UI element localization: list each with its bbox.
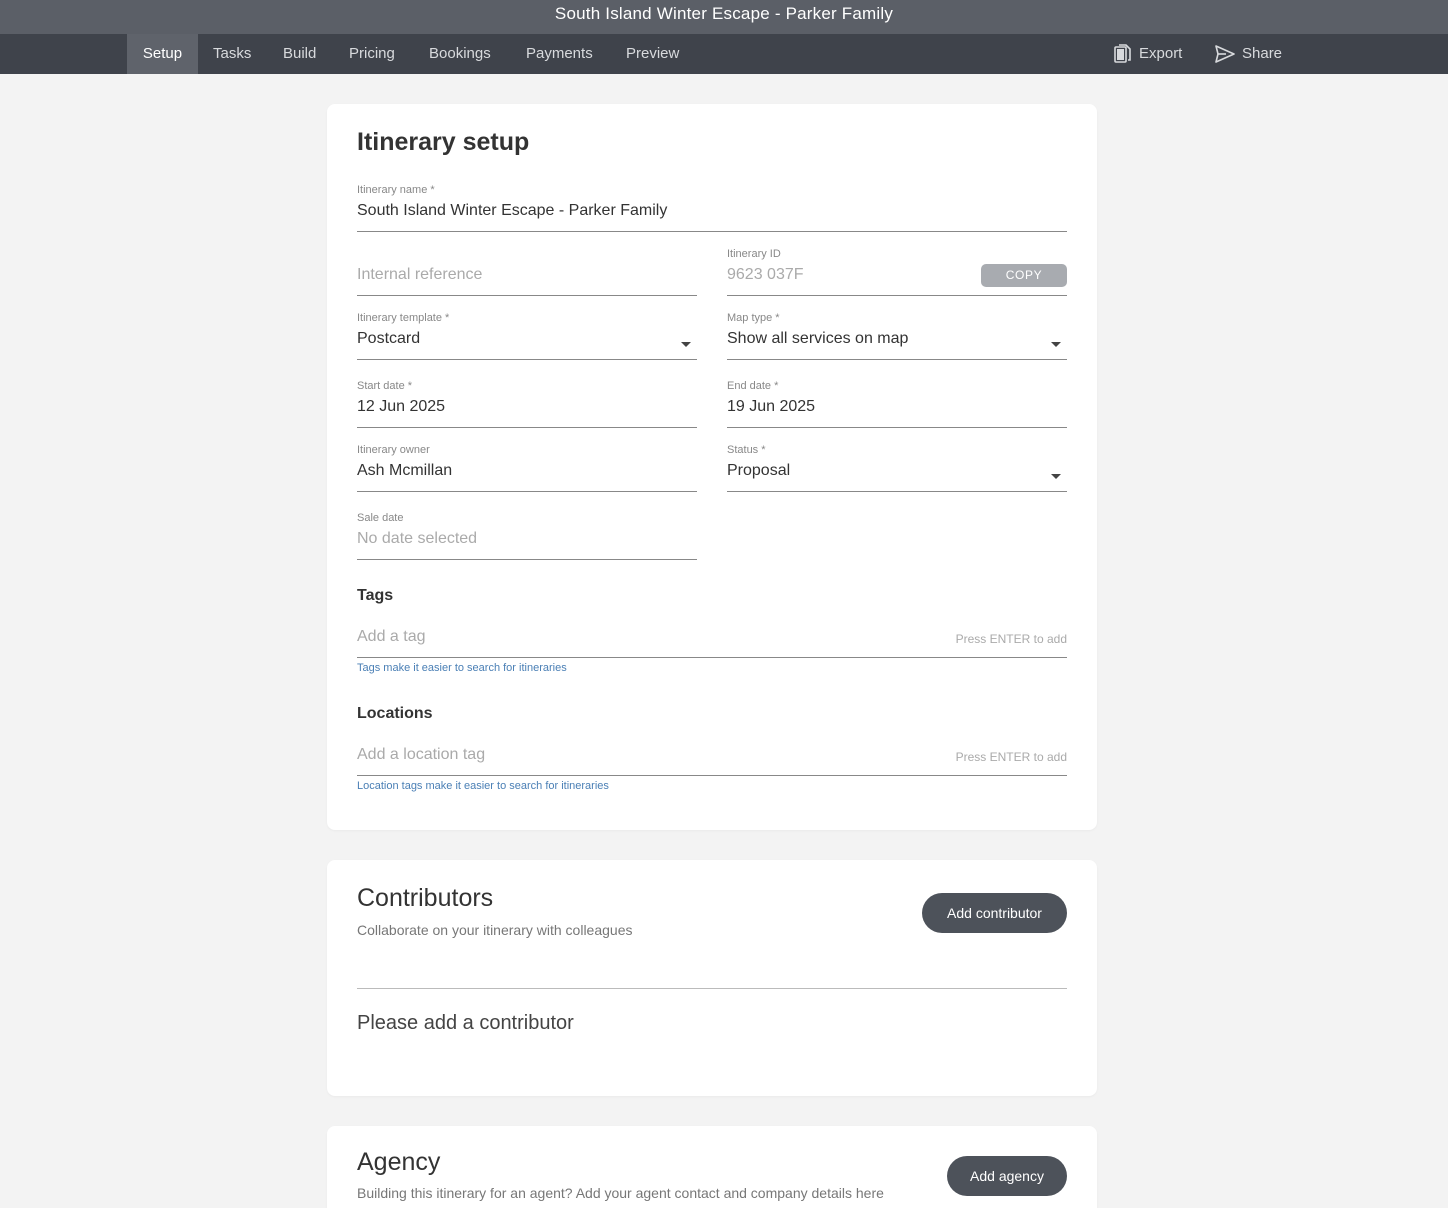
sale-date-placeholder: No date selected (357, 530, 478, 547)
tab-tasks[interactable]: Tasks (213, 34, 251, 74)
location-tag-placeholder: Add a location tag (357, 746, 486, 763)
contributors-empty-message: Please add a contributor (357, 1012, 574, 1034)
tab-bookings[interactable]: Bookings (429, 34, 491, 74)
itinerary-owner-field[interactable]: Itinerary owner Ash Mcmillan (357, 444, 697, 492)
status-label: Status * (727, 444, 766, 456)
locations-heading: Locations (357, 705, 433, 722)
agency-heading: Agency (357, 1148, 441, 1176)
map-type-select[interactable]: Map type * Show all services on map (727, 312, 1067, 360)
agency-subtitle: Building this itinerary for an agent? Ad… (357, 1185, 884, 1201)
setup-heading: Itinerary setup (357, 128, 530, 156)
window-title: South Island Winter Escape - Parker Fami… (554, 4, 894, 23)
itinerary-name-value: South Island Winter Escape - Parker Fami… (357, 202, 668, 219)
itinerary-id-field: Itinerary ID 9623 037F COPY (727, 248, 1067, 296)
map-type-label: Map type * (727, 312, 780, 324)
internal-reference-field[interactable]: Internal reference (357, 248, 697, 296)
contributors-subtitle: Collaborate on your itinerary with colle… (357, 922, 633, 938)
tab-preview[interactable]: Preview (626, 34, 679, 74)
itinerary-id-label: Itinerary ID (727, 248, 781, 260)
tab-payments[interactable]: Payments (526, 34, 593, 74)
add-agency-button[interactable]: Add agency (947, 1156, 1067, 1196)
start-date-value: 12 Jun 2025 (357, 398, 446, 415)
itinerary-template-value: Postcard (357, 330, 421, 347)
tag-input-placeholder: Add a tag (357, 628, 426, 645)
export-button[interactable]: Export (1114, 34, 1182, 74)
itinerary-name-label: Itinerary name * (357, 184, 435, 196)
sale-date-label: Sale date (357, 512, 404, 524)
window-titlebar: South Island Winter Escape - Parker Fami… (0, 0, 1448, 34)
map-type-value: Show all services on map (727, 330, 909, 347)
tag-input[interactable]: Add a tag Press ENTER to add (357, 622, 1067, 658)
status-select[interactable]: Status * Proposal (727, 444, 1067, 492)
contributors-card: Contributors Collaborate on your itinera… (327, 860, 1097, 1096)
itinerary-id-value: 9623 037F (727, 266, 804, 283)
share-label: Share (1242, 45, 1283, 62)
location-tag-input[interactable]: Add a location tag Press ENTER to add (357, 740, 1067, 776)
status-value: Proposal (727, 462, 791, 479)
tags-heading: Tags (357, 587, 394, 604)
itinerary-owner-label: Itinerary owner (357, 444, 430, 456)
itinerary-setup-card: Itinerary setup Itinerary name * South I… (327, 104, 1097, 830)
add-contributor-button[interactable]: Add contributor (922, 893, 1067, 933)
share-button[interactable]: Share (1215, 34, 1282, 74)
itinerary-owner-value: Ash Mcmillan (357, 462, 453, 479)
export-label: Export (1139, 45, 1183, 62)
main-nav: Setup Tasks Build Pricing Bookings Payme… (0, 34, 1448, 74)
contributors-divider (357, 988, 1067, 989)
end-date-field[interactable]: End date * 19 Jun 2025 (727, 380, 1067, 428)
sale-date-field[interactable]: Sale date No date selected (357, 512, 697, 560)
document-icon (1114, 44, 1132, 64)
agency-card: Agency Building this itinerary for an ag… (327, 1126, 1097, 1208)
tab-pricing[interactable]: Pricing (349, 34, 395, 74)
itinerary-name-field[interactable]: Itinerary name * South Island Winter Esc… (357, 184, 1067, 232)
chevron-down-icon (1051, 474, 1061, 479)
end-date-value: 19 Jun 2025 (727, 398, 816, 415)
internal-reference-placeholder: Internal reference (357, 266, 483, 283)
chevron-down-icon (681, 342, 691, 347)
start-date-field[interactable]: Start date * 12 Jun 2025 (357, 380, 697, 428)
tab-build[interactable]: Build (283, 34, 316, 74)
itinerary-template-select[interactable]: Itinerary template * Postcard (357, 312, 697, 360)
tag-input-hint: Press ENTER to add (955, 632, 1067, 646)
start-date-label: Start date * (357, 380, 413, 392)
locations-helper-text: Location tags make it easier to search f… (357, 780, 609, 792)
copy-id-button[interactable]: COPY (981, 264, 1067, 287)
itinerary-template-label: Itinerary template * (357, 312, 450, 324)
location-tag-hint: Press ENTER to add (955, 750, 1067, 764)
chevron-down-icon (1051, 342, 1061, 347)
tags-helper-text: Tags make it easier to search for itiner… (357, 662, 567, 674)
end-date-label: End date * (727, 380, 779, 392)
send-icon (1215, 45, 1235, 63)
contributors-heading: Contributors (357, 884, 494, 912)
tab-setup[interactable]: Setup (127, 34, 198, 74)
